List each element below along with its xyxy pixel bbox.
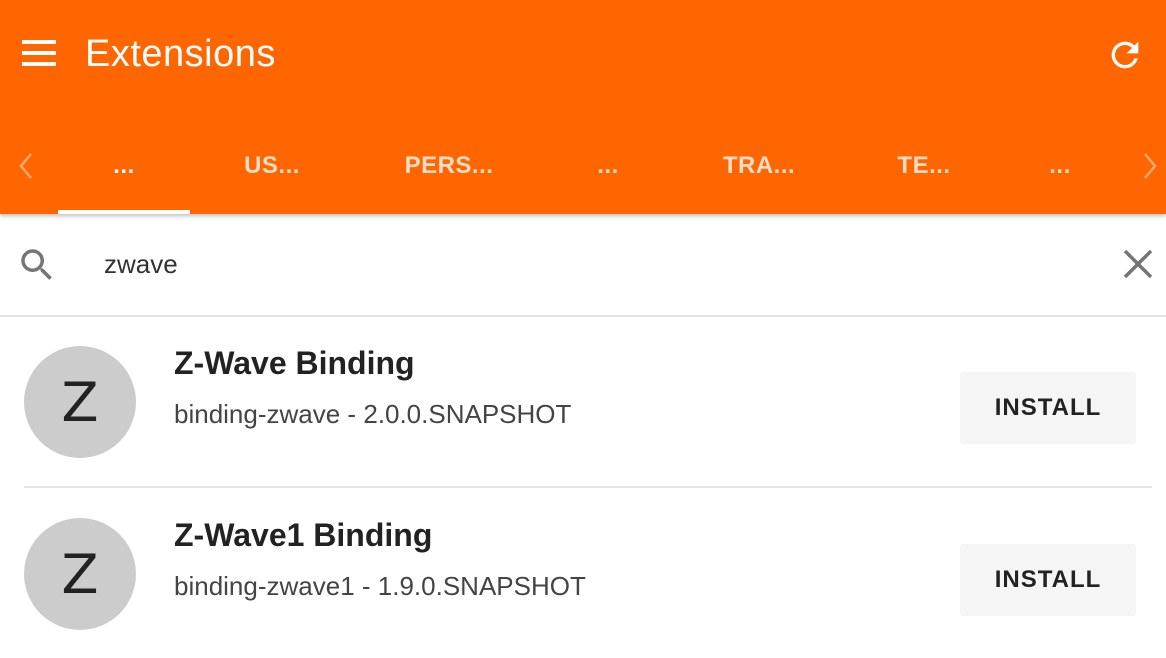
tab-item[interactable]: US...	[212, 118, 332, 214]
install-button[interactable]: INSTALL	[960, 372, 1136, 444]
tabs-scroll-left[interactable]	[16, 148, 36, 184]
chevron-left-icon	[19, 153, 32, 179]
tab-item[interactable]: PERS...	[384, 118, 514, 214]
menu-button[interactable]	[16, 30, 62, 76]
extension-list: Z Z-Wave Binding binding-zwave - 2.0.0.S…	[0, 317, 1166, 657]
avatar: Z	[24, 518, 136, 630]
refresh-icon	[1111, 41, 1139, 69]
tab-item[interactable]: ...	[1020, 118, 1100, 214]
category-tabs: ... US... PERS... ... TRA... TE... ...	[0, 118, 1166, 214]
extension-name: Z-Wave Binding	[174, 345, 415, 381]
extensions-screen: Extensions ... US... PERS... ... TRA... …	[0, 0, 1166, 658]
list-item: Z Z-Wave1 Binding binding-zwave1 - 1.9.0…	[0, 487, 1166, 657]
chevron-right-icon	[1144, 153, 1157, 179]
active-tab-indicator	[58, 210, 190, 214]
page-title: Extensions	[85, 33, 276, 75]
tab-item[interactable]: TE...	[878, 118, 970, 214]
extension-name: Z-Wave1 Binding	[174, 517, 433, 553]
tab-item[interactable]: ...	[58, 118, 190, 214]
extension-id-version: binding-zwave - 2.0.0.SNAPSHOT	[174, 399, 572, 429]
extension-id-version: binding-zwave1 - 1.9.0.SNAPSHOT	[174, 571, 586, 601]
install-button[interactable]: INSTALL	[960, 544, 1136, 616]
tab-item[interactable]: TRA...	[700, 118, 818, 214]
app-bar: Extensions ... US... PERS... ... TRA... …	[0, 0, 1166, 214]
list-item: Z Z-Wave Binding binding-zwave - 2.0.0.S…	[0, 317, 1166, 487]
avatar: Z	[24, 346, 136, 458]
hamburger-menu-icon	[22, 40, 56, 66]
tabs-scroll-right[interactable]	[1140, 148, 1160, 184]
tab-item[interactable]: ...	[568, 118, 648, 214]
search-bar	[0, 214, 1166, 317]
clear-search-button[interactable]	[1116, 242, 1160, 286]
search-icon	[21, 249, 52, 280]
refresh-button[interactable]	[1102, 32, 1148, 78]
search-input[interactable]	[104, 242, 1084, 286]
close-icon	[1123, 249, 1153, 279]
